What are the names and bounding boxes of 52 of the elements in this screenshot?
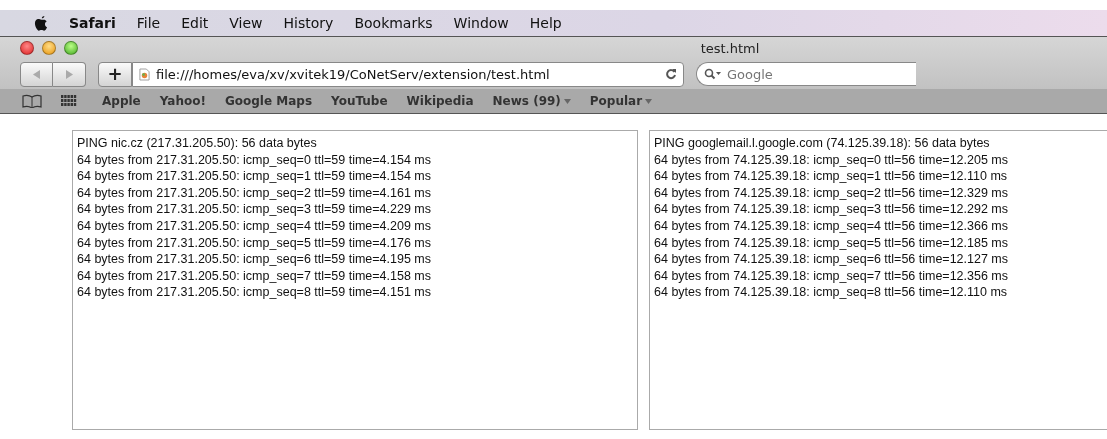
search-field[interactable]: Google (696, 62, 916, 86)
menu-item[interactable]: View (229, 15, 263, 31)
bookmark-link[interactable]: YouTube (331, 94, 388, 108)
apple-logo-icon[interactable] (34, 14, 49, 32)
output-line: 64 bytes from 74.125.39.18: icmp_seq=1 ttl=56 time=12.110 ms (654, 168, 1009, 185)
zoom-button[interactable] (64, 41, 78, 55)
grid-icon[interactable] (61, 95, 77, 107)
caret-icon (645, 98, 653, 104)
output-line: 64 bytes from 74.125.39.18: icmp_seq=7 ttl=56 time=12.356 ms (654, 267, 1010, 285)
bookmark-link[interactable]: Popular (589, 94, 653, 108)
menu-item[interactable]: Window (453, 15, 509, 31)
minimize-button[interactable] (42, 41, 56, 55)
bookmark-link[interactable]: Wikipedia (406, 94, 474, 108)
right-triangle-icon (65, 69, 73, 79)
search-icon (704, 68, 722, 80)
bookmark-link[interactable]: Yahoo! (159, 94, 206, 108)
address-field[interactable]: file:///homes/eva/xv/xvitek19/CoNetServ/extension/test.html (132, 61, 684, 87)
bookmark-link[interactable]: Apple (102, 94, 141, 108)
reload-icon[interactable] (665, 68, 677, 80)
output-line: 64 bytes from 74.125.39.18: icmp_seq=0 ttl=56 time=12.205 ms (654, 151, 1010, 169)
caret-icon (563, 98, 571, 104)
output-line: PING googlemail.l.google.com (74.125.39.18): 56 data bytes (654, 135, 991, 152)
output-line: 64 bytes from 217.31.205.50: icmp_seq=3 ttl=59 time=4.229 ms (77, 201, 433, 218)
output-line: 64 bytes from 74.125.39.18: icmp_seq=3 ttl=56 time=12.292 ms (654, 201, 1010, 218)
output-line: 64 bytes from 217.31.205.50: icmp_seq=5 ttl=59 time=4.176 ms (77, 234, 433, 252)
output-line: 64 bytes from 217.31.205.50: icmp_seq=2 ttl=59 time=4.161 ms (77, 184, 433, 202)
output-line: PING nic.cz (217.31.205.50): 56 data bytes (77, 135, 318, 152)
output-line: 64 bytes from 217.31.205.50: icmp_seq=4 ttl=59 time=4.209 ms (77, 217, 433, 235)
app-menu[interactable]: Safari (69, 15, 116, 31)
output-line: 64 bytes from 217.31.205.50: icmp_seq=6 ttl=59 time=4.195 ms (77, 251, 433, 268)
menu-item[interactable]: History (283, 15, 334, 31)
output-line: 64 bytes from 74.125.39.18: icmp_seq=4 ttl=56 time=12.366 ms (654, 217, 1010, 235)
output-line: 64 bytes from 74.125.39.18: icmp_seq=5 ttl=56 time=12.185 ms (654, 234, 1010, 252)
menu-item[interactable]: Help (529, 15, 562, 31)
left-triangle-icon (32, 69, 41, 79)
add-bookmark-button[interactable]: + (98, 61, 132, 87)
output-line: 64 bytes from 74.125.39.18: icmp_seq=8 ttl=56 time=12.110 ms (654, 284, 1009, 301)
menu-item[interactable]: Edit (181, 15, 209, 31)
window-title: test.html (699, 40, 761, 56)
bookmark-link[interactable]: News (99) (492, 94, 571, 108)
bookmark-link[interactable]: Google Maps (224, 94, 313, 108)
output-line: 64 bytes from 217.31.205.50: icmp_seq=1 ttl=59 time=4.154 ms (77, 168, 433, 185)
file-icon (139, 67, 150, 81)
book-icon[interactable] (22, 94, 42, 108)
menu-item[interactable]: File (136, 15, 161, 31)
close-button[interactable] (20, 41, 34, 55)
output-line: 64 bytes from 74.125.39.18: icmp_seq=6 ttl=56 time=12.127 ms (654, 251, 1010, 268)
output-line: 64 bytes from 217.31.205.50: icmp_seq=8 ttl=59 time=4.151 ms (77, 284, 433, 301)
menu-item[interactable]: Bookmarks (354, 15, 433, 31)
output-line: 64 bytes from 217.31.205.50: icmp_seq=7 ttl=59 time=4.158 ms (77, 267, 433, 285)
output-line: 64 bytes from 217.31.205.50: icmp_seq=0 ttl=59 time=4.154 ms (77, 151, 433, 169)
output-line: 64 bytes from 74.125.39.18: icmp_seq=2 ttl=56 time=12.329 ms (654, 184, 1010, 202)
